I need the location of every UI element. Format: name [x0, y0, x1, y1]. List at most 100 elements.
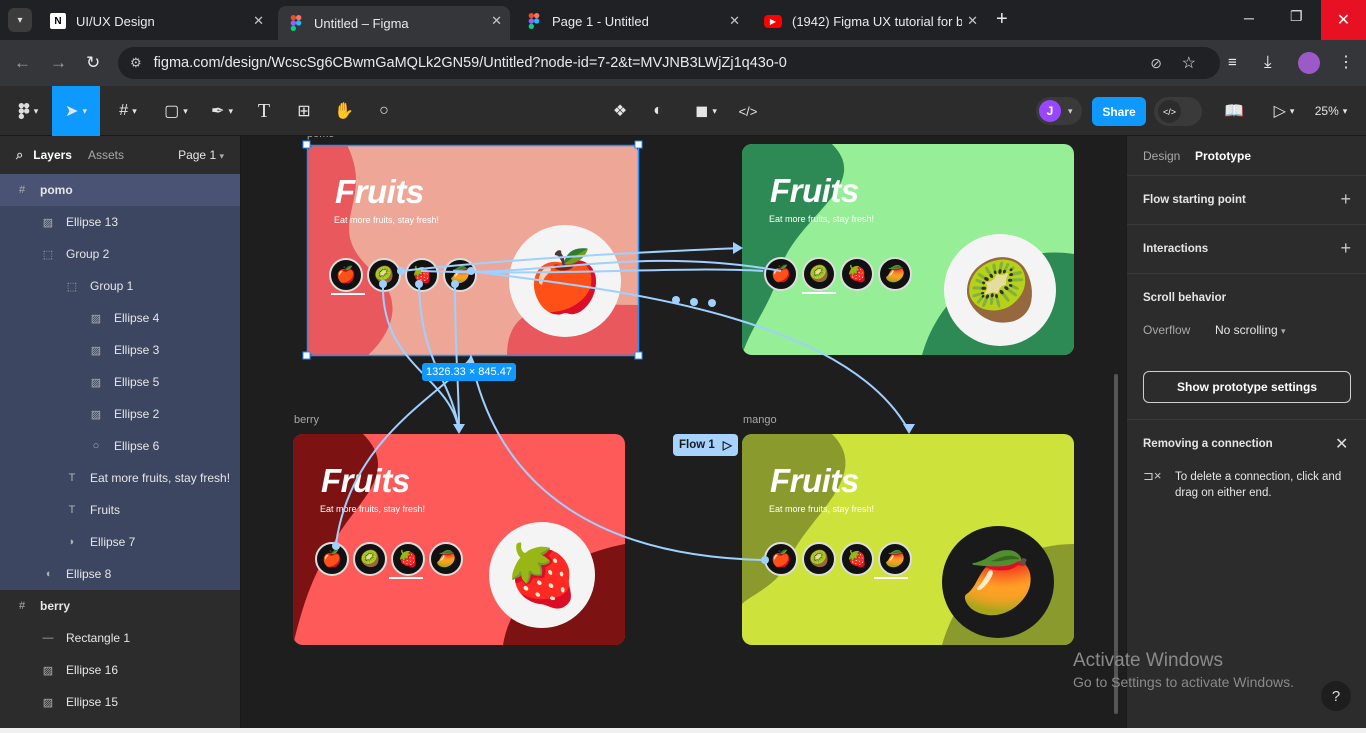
- figma-toolbar: ▾ ➤ ▾ # ▾ ▢ ▾ ✒ ▾ T ⊞ ✋ ○ ❖ ◐ ◼ ▾ </> J ▾ Sha…: [0, 86, 1366, 136]
- figma-menu-button[interactable]: ▾: [6, 86, 50, 136]
- tab-uiux[interactable]: N UI/UX Design ✕: [40, 6, 272, 36]
- boolean-button[interactable]: ◼ ▾: [686, 86, 726, 136]
- profile-avatar[interactable]: [1298, 52, 1320, 74]
- layer-row[interactable]: ◗ Ellipse 7: [0, 526, 240, 558]
- search-icon[interactable]: ⌕: [16, 147, 23, 163]
- layer-row[interactable]: ▨ Ellipse 4: [0, 302, 240, 334]
- window-close-button[interactable]: ✕: [1321, 0, 1366, 40]
- flow-start-badge[interactable]: Flow 1 ▷: [673, 434, 739, 456]
- layer-row[interactable]: T Eat more fruits, stay fresh!: [0, 462, 240, 494]
- restore-button[interactable]: ❐: [1290, 8, 1303, 25]
- canvas[interactable]: pomo Fruits Eat more fruits, stay fresh!…: [241, 136, 1126, 733]
- properties-panel: Design Prototype Flow starting point + I…: [1126, 136, 1366, 733]
- image-icon: ▨: [42, 216, 54, 229]
- layer-row[interactable]: ▨ Ellipse 15: [0, 686, 240, 718]
- new-tab-button[interactable]: +: [996, 8, 1008, 31]
- image-icon: ▨: [42, 664, 54, 677]
- layer-name: Group 2: [66, 247, 110, 261]
- url-text: figma.com/design/WcscSg6CBwmGaMQLk2GN59/…: [153, 55, 787, 71]
- url-field[interactable]: ⚙ figma.com/design/WcscSg6CBwmGaMQLk2GN5…: [118, 47, 1220, 79]
- no-tracking-icon[interactable]: ⊘: [1150, 55, 1162, 72]
- avatar: J: [1039, 100, 1061, 122]
- tab-design[interactable]: Design: [1143, 149, 1180, 163]
- back-icon[interactable]: ←: [14, 53, 31, 73]
- tab-figma-untitled[interactable]: Untitled – Figma ✕: [278, 6, 510, 40]
- layer-row[interactable]: T Fruits: [0, 494, 240, 526]
- layer-row[interactable]: ⬚ Group 2: [0, 238, 240, 270]
- present-button[interactable]: ▷ ▾: [1264, 86, 1304, 136]
- mask-button[interactable]: ◐: [644, 86, 672, 136]
- browser-menu-icon[interactable]: ⋮: [1338, 52, 1354, 72]
- layer-row[interactable]: ○ Ellipse 6: [0, 430, 240, 462]
- tab-layers[interactable]: Layers: [33, 148, 72, 162]
- shape-icon: ○: [92, 440, 100, 452]
- move-tool[interactable]: ➤ ▾: [52, 86, 100, 136]
- layer-row[interactable]: ▨ Ellipse 2: [0, 398, 240, 430]
- media-icon[interactable]: ≡: [1228, 54, 1237, 71]
- layer-name: Ellipse 16: [66, 663, 119, 677]
- overflow-select[interactable]: No scrolling ▾: [1215, 323, 1286, 337]
- figma-logo-icon: [18, 103, 30, 119]
- image-icon: ▨: [90, 344, 102, 357]
- dev-mode-toggle[interactable]: </>: [1154, 97, 1202, 126]
- tab-search-button[interactable]: ▾: [8, 8, 32, 32]
- divider: [1127, 419, 1366, 420]
- layer-row[interactable]: — Rectangle 1: [0, 622, 240, 654]
- share-button[interactable]: Share: [1092, 97, 1146, 126]
- connection-line: [418, 283, 460, 432]
- selection-size-label: 1326.33 × 845.47: [422, 363, 516, 381]
- tab-assets[interactable]: Assets: [88, 148, 124, 162]
- section-title: Interactions: [1143, 243, 1209, 255]
- close-icon[interactable]: ✕: [967, 13, 978, 29]
- forward-icon[interactable]: →: [50, 53, 67, 73]
- component-button[interactable]: ❖: [606, 86, 634, 136]
- tab-youtube[interactable]: ▶ (1942) Figma UX tutorial for beg ✕: [754, 6, 986, 36]
- library-button[interactable]: 📖: [1220, 86, 1248, 136]
- tab-prototype[interactable]: Prototype: [1195, 149, 1251, 163]
- text-tool[interactable]: T: [250, 86, 278, 136]
- play-icon[interactable]: ▷: [723, 438, 732, 452]
- reload-icon[interactable]: ↻: [86, 53, 100, 73]
- show-prototype-settings-button[interactable]: Show prototype settings: [1143, 371, 1351, 403]
- image-icon: ▨: [90, 408, 102, 421]
- add-icon[interactable]: +: [1340, 238, 1351, 259]
- selection-outline: [306, 144, 640, 357]
- layer-row[interactable]: ◖ Ellipse 8: [0, 558, 240, 590]
- close-icon[interactable]: ✕: [1335, 434, 1348, 454]
- bookmark-star-icon[interactable]: ☆: [1182, 53, 1196, 73]
- layer-row[interactable]: ▨ Ellipse 3: [0, 334, 240, 366]
- layer-name: Ellipse 8: [66, 567, 112, 581]
- close-icon[interactable]: ✕: [729, 13, 740, 29]
- close-icon[interactable]: ✕: [491, 13, 502, 29]
- help-button[interactable]: ?: [1321, 681, 1351, 711]
- layer-row[interactable]: ⬚ Group 1: [0, 270, 240, 302]
- comment-icon: ○: [379, 102, 389, 119]
- multiplayer-avatars[interactable]: J ▾: [1036, 97, 1082, 125]
- download-icon[interactable]: ⤓: [1264, 52, 1272, 72]
- layer-row[interactable]: # pomo: [0, 174, 240, 206]
- add-icon[interactable]: +: [1340, 189, 1351, 210]
- scroll-behavior-section: Scroll behavior Overflow No scrolling ▾: [1127, 274, 1366, 349]
- close-icon[interactable]: ✕: [253, 13, 264, 29]
- page-selector[interactable]: Page 1 ▾: [178, 148, 224, 162]
- layer-name: Ellipse 5: [114, 375, 160, 389]
- layer-row[interactable]: ▨ Ellipse 13: [0, 206, 240, 238]
- layer-row[interactable]: ▨ Ellipse 16: [0, 654, 240, 686]
- layer-row[interactable]: # berry: [0, 590, 240, 622]
- pen-tool[interactable]: ✒ ▾: [202, 86, 242, 136]
- layer-name: Eat more fruits, stay fresh!: [90, 471, 231, 485]
- site-settings-icon[interactable]: ⚙: [130, 55, 142, 71]
- comment-tool[interactable]: ○: [370, 86, 398, 136]
- minimize-button[interactable]: ─: [1244, 10, 1254, 26]
- tab-page1[interactable]: Page 1 - Untitled ✕: [516, 6, 748, 36]
- layer-name: berry: [40, 599, 71, 613]
- overflow-value: No scrolling: [1215, 323, 1278, 337]
- resources-tool[interactable]: ⊞: [290, 86, 318, 136]
- layer-row[interactable]: ▨ Ellipse 5: [0, 366, 240, 398]
- tab-title: (1942) Figma UX tutorial for beg: [792, 13, 962, 29]
- hand-tool[interactable]: ✋: [330, 86, 358, 136]
- shape-tool[interactable]: ▢ ▾: [156, 86, 196, 136]
- zoom-menu[interactable]: 25% ▾: [1308, 86, 1354, 136]
- dev-code-button[interactable]: </>: [734, 86, 762, 136]
- frame-tool[interactable]: # ▾: [108, 86, 148, 136]
